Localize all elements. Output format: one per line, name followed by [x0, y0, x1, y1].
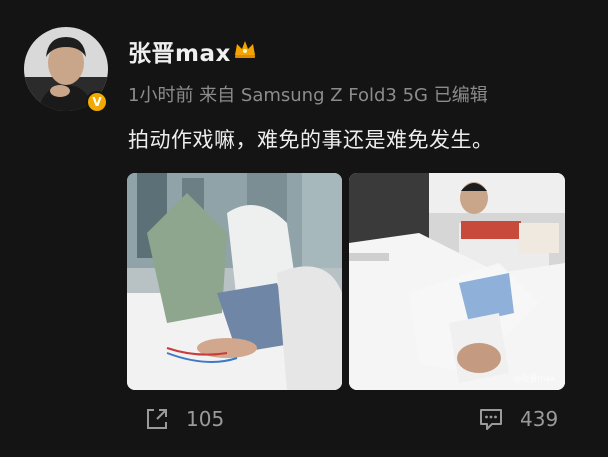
- post-meta: 1小时前 来自 Samsung Z Fold3 5G 已编辑: [128, 85, 488, 106]
- share-count: 105: [186, 407, 225, 431]
- comment-count: 439: [520, 407, 559, 431]
- share-icon: [147, 409, 167, 429]
- verified-icon: V: [86, 91, 108, 113]
- comment-icon: [480, 409, 502, 430]
- weibo-post: V 张晋max 1小时前 来自 Samsung Z Fold3 5G 已编辑 拍…: [0, 0, 608, 457]
- post-photo[interactable]: [127, 173, 342, 390]
- post-photo[interactable]: @张晋max: [349, 173, 565, 390]
- post-text: 拍动作戏嘛，难免的事还是难免发生。: [128, 128, 494, 152]
- crown-icon: [235, 41, 255, 58]
- photo-watermark: @张晋max: [513, 374, 555, 383]
- username[interactable]: 张晋max: [128, 34, 231, 68]
- share-button[interactable]: 105: [144, 406, 224, 432]
- comment-button[interactable]: 439: [478, 406, 558, 432]
